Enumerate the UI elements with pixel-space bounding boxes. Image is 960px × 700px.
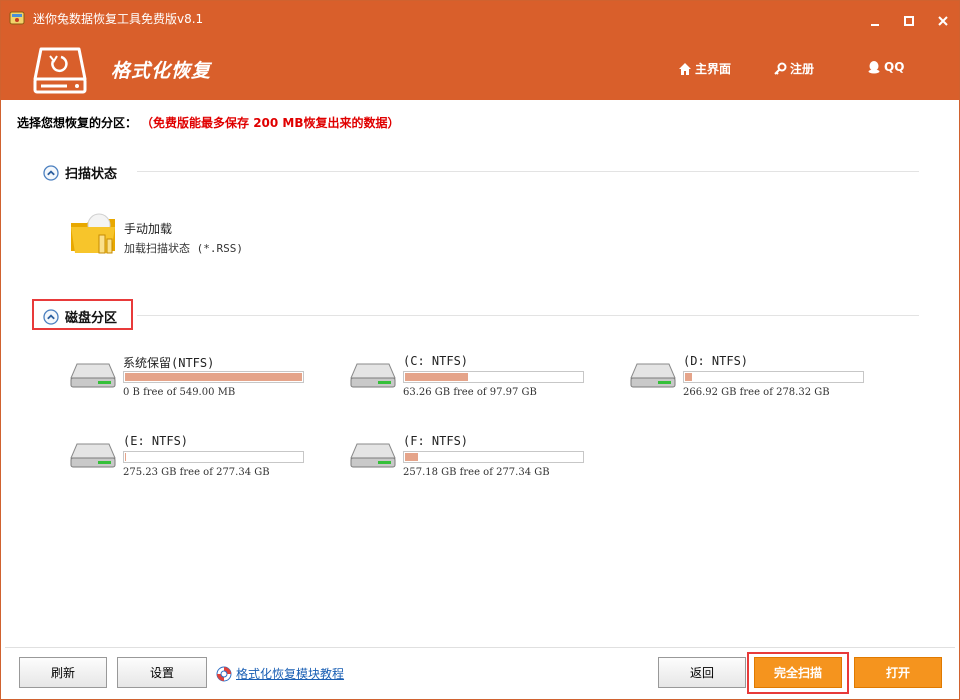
collapse-chevron-icon[interactable] [43, 308, 59, 325]
drive-item[interactable]: (F: NTFS) 257.18 GB free of 277.34 GB [349, 434, 619, 484]
nav-qq-label: QQ [884, 60, 905, 74]
qq-penguin-icon [868, 61, 880, 74]
key-icon [774, 62, 787, 75]
drive-free-space: 0 B free of 549.00 MB [123, 387, 236, 398]
minimize-icon[interactable] [865, 11, 885, 31]
settings-button[interactable]: 设置 [117, 657, 207, 688]
drive-free-space: 266.92 GB free of 278.32 GB [683, 387, 830, 398]
close-icon[interactable] [933, 11, 953, 31]
hard-drive-icon [350, 443, 396, 468]
partition-prompt: 选择您想恢复的分区： （免费版能最多保存 200 MB恢复出来的数据） [17, 114, 400, 131]
free-version-warning: （免费版能最多保存 200 MB恢复出来的数据） [147, 116, 400, 130]
nav-register-button[interactable]: 注册 [773, 60, 814, 77]
nav-home-button[interactable]: 主界面 [678, 60, 731, 77]
drive-item[interactable]: (D: NTFS) 266.92 GB free of 278.32 GB [629, 354, 899, 404]
tutorial-link[interactable]: 格式化恢复模块教程 [236, 665, 344, 682]
disk-recovery-logo-icon [33, 47, 87, 94]
usage-fill [125, 453, 126, 461]
collapse-chevron-icon[interactable] [43, 164, 59, 181]
open-button[interactable]: 打开 [854, 657, 942, 688]
usage-fill [405, 453, 418, 461]
disk-partition-heading: 磁盘分区 [65, 311, 118, 326]
usage-bar [123, 451, 304, 463]
drive-free-space: 257.18 GB free of 277.34 GB [403, 467, 550, 478]
header-bar: 迷你兔数据恢复工具免费版v8.1 格式化恢复 主界面 注册 QQ [1, 1, 959, 100]
tutorial-link-group[interactable]: 格式化恢复模块教程 [216, 665, 344, 682]
refresh-button[interactable]: 刷新 [19, 657, 107, 688]
usage-fill [405, 373, 468, 381]
hard-drive-icon [70, 443, 116, 468]
full-scan-button[interactable]: 完全扫描 [754, 657, 842, 688]
maximize-icon[interactable] [899, 11, 919, 31]
scan-state-section-header[interactable]: 扫描状态 [43, 163, 117, 182]
drive-item[interactable]: 系统保留(NTFS) 0 B free of 549.00 MB [69, 354, 339, 404]
back-button[interactable]: 返回 [658, 657, 746, 688]
drive-name: (D: NTFS) [683, 354, 749, 368]
drive-free-space: 63.26 GB free of 97.97 GB [403, 387, 537, 398]
drive-name: (F: NTFS) [403, 434, 469, 448]
usage-bar [403, 451, 584, 463]
scan-state-heading: 扫描状态 [65, 167, 118, 182]
section-divider [137, 315, 919, 316]
nav-qq-button[interactable]: QQ [867, 60, 904, 74]
usage-bar [123, 371, 304, 383]
usage-bar [403, 371, 584, 383]
usage-fill [685, 373, 692, 381]
module-title: 格式化恢复 [111, 60, 212, 82]
prompt-label: 选择您想恢复的分区： [17, 116, 138, 130]
drive-item[interactable]: (E: NTFS) 275.23 GB free of 277.34 GB [69, 434, 339, 484]
hard-drive-icon [350, 363, 396, 388]
nav-home-label: 主界面 [695, 62, 732, 76]
disk-partition-section-header[interactable]: 磁盘分区 [43, 307, 117, 326]
drive-free-space: 275.23 GB free of 277.34 GB [123, 467, 270, 478]
manual-load-description: 加载扫描状态 (*.RSS) [124, 242, 243, 255]
app-icon [9, 11, 25, 25]
section-divider [137, 171, 919, 172]
home-icon [679, 62, 691, 75]
hard-drive-icon [630, 363, 676, 388]
hard-drive-icon [70, 363, 116, 388]
usage-bar [683, 371, 864, 383]
drive-name: (E: NTFS) [123, 434, 189, 448]
drive-item[interactable]: (C: NTFS) 63.26 GB free of 97.97 GB [349, 354, 619, 404]
app-window: 迷你兔数据恢复工具免费版v8.1 格式化恢复 主界面 注册 QQ 选择您想恢复的… [0, 0, 960, 700]
drive-name: (C: NTFS) [403, 354, 469, 368]
title-bar[interactable]: 迷你兔数据恢复工具免费版v8.1 [1, 1, 959, 33]
usage-fill [125, 373, 302, 381]
folder-load-icon[interactable] [69, 209, 119, 257]
lifebuoy-help-icon [216, 666, 232, 681]
drive-name: 系统保留(NTFS) [123, 356, 215, 370]
window-title: 迷你兔数据恢复工具免费版v8.1 [33, 12, 204, 26]
nav-register-label: 注册 [790, 62, 815, 76]
manual-load-title[interactable]: 手动加载 [124, 220, 172, 237]
